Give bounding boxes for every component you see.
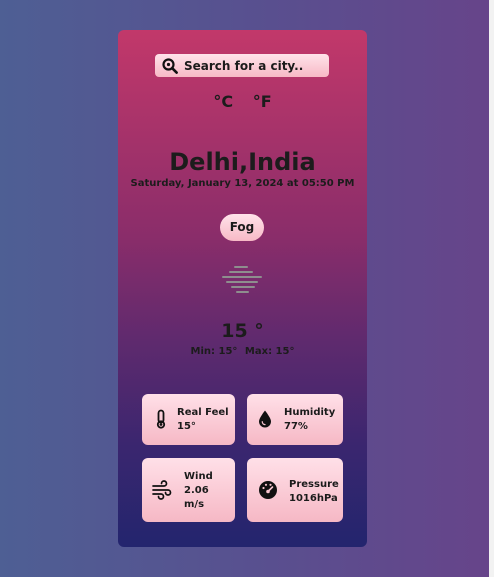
fahrenheit-toggle[interactable]: °F xyxy=(253,92,272,111)
wind-tile: Wind 2.06 m/s xyxy=(142,458,235,522)
celsius-toggle[interactable]: °C xyxy=(213,92,233,111)
page-scrollbar-strip xyxy=(489,0,494,577)
humidity-label: Humidity xyxy=(284,407,336,418)
unit-toggle: °C °F xyxy=(118,92,367,111)
pressure-label: Pressure xyxy=(289,479,339,490)
thermometer-icon xyxy=(156,409,166,429)
condition-badge: Fog xyxy=(220,214,264,241)
wind-speed-unit: m/s xyxy=(184,499,205,510)
current-temperature: 15 ° xyxy=(221,320,264,342)
city-name: Delhi,India xyxy=(169,148,316,176)
search-input[interactable]: Search for a city.. xyxy=(184,59,303,73)
wind-icon xyxy=(152,480,172,500)
humidity-value: 77% xyxy=(284,421,308,432)
pressure-value: 1016hPa xyxy=(289,493,338,504)
min-temperature: Min: 15° xyxy=(190,346,238,357)
humidity-tile: Humidity 77% xyxy=(247,394,343,445)
gauge-icon xyxy=(259,481,277,499)
fog-icon xyxy=(222,266,262,293)
real-feel-tile: Real Feel 15° xyxy=(142,394,235,445)
weather-card: Search for a city.. °C °F Delhi,India Sa… xyxy=(118,30,367,547)
search-icon[interactable] xyxy=(162,57,178,74)
wind-speed-value: 2.06 xyxy=(184,485,209,496)
pressure-tile: Pressure 1016hPa xyxy=(247,458,343,522)
min-max-temperature: Min: 15° Max: 15° xyxy=(118,346,367,357)
wind-label: Wind xyxy=(184,471,213,482)
max-temperature: Max: 15° xyxy=(244,346,295,357)
real-feel-value: 15° xyxy=(177,421,196,432)
local-datetime: Saturday, January 13, 2024 at 05:50 PM xyxy=(130,178,355,189)
droplet-icon xyxy=(259,410,271,428)
search-bar[interactable]: Search for a city.. xyxy=(155,54,329,77)
real-feel-label: Real Feel xyxy=(177,407,229,418)
